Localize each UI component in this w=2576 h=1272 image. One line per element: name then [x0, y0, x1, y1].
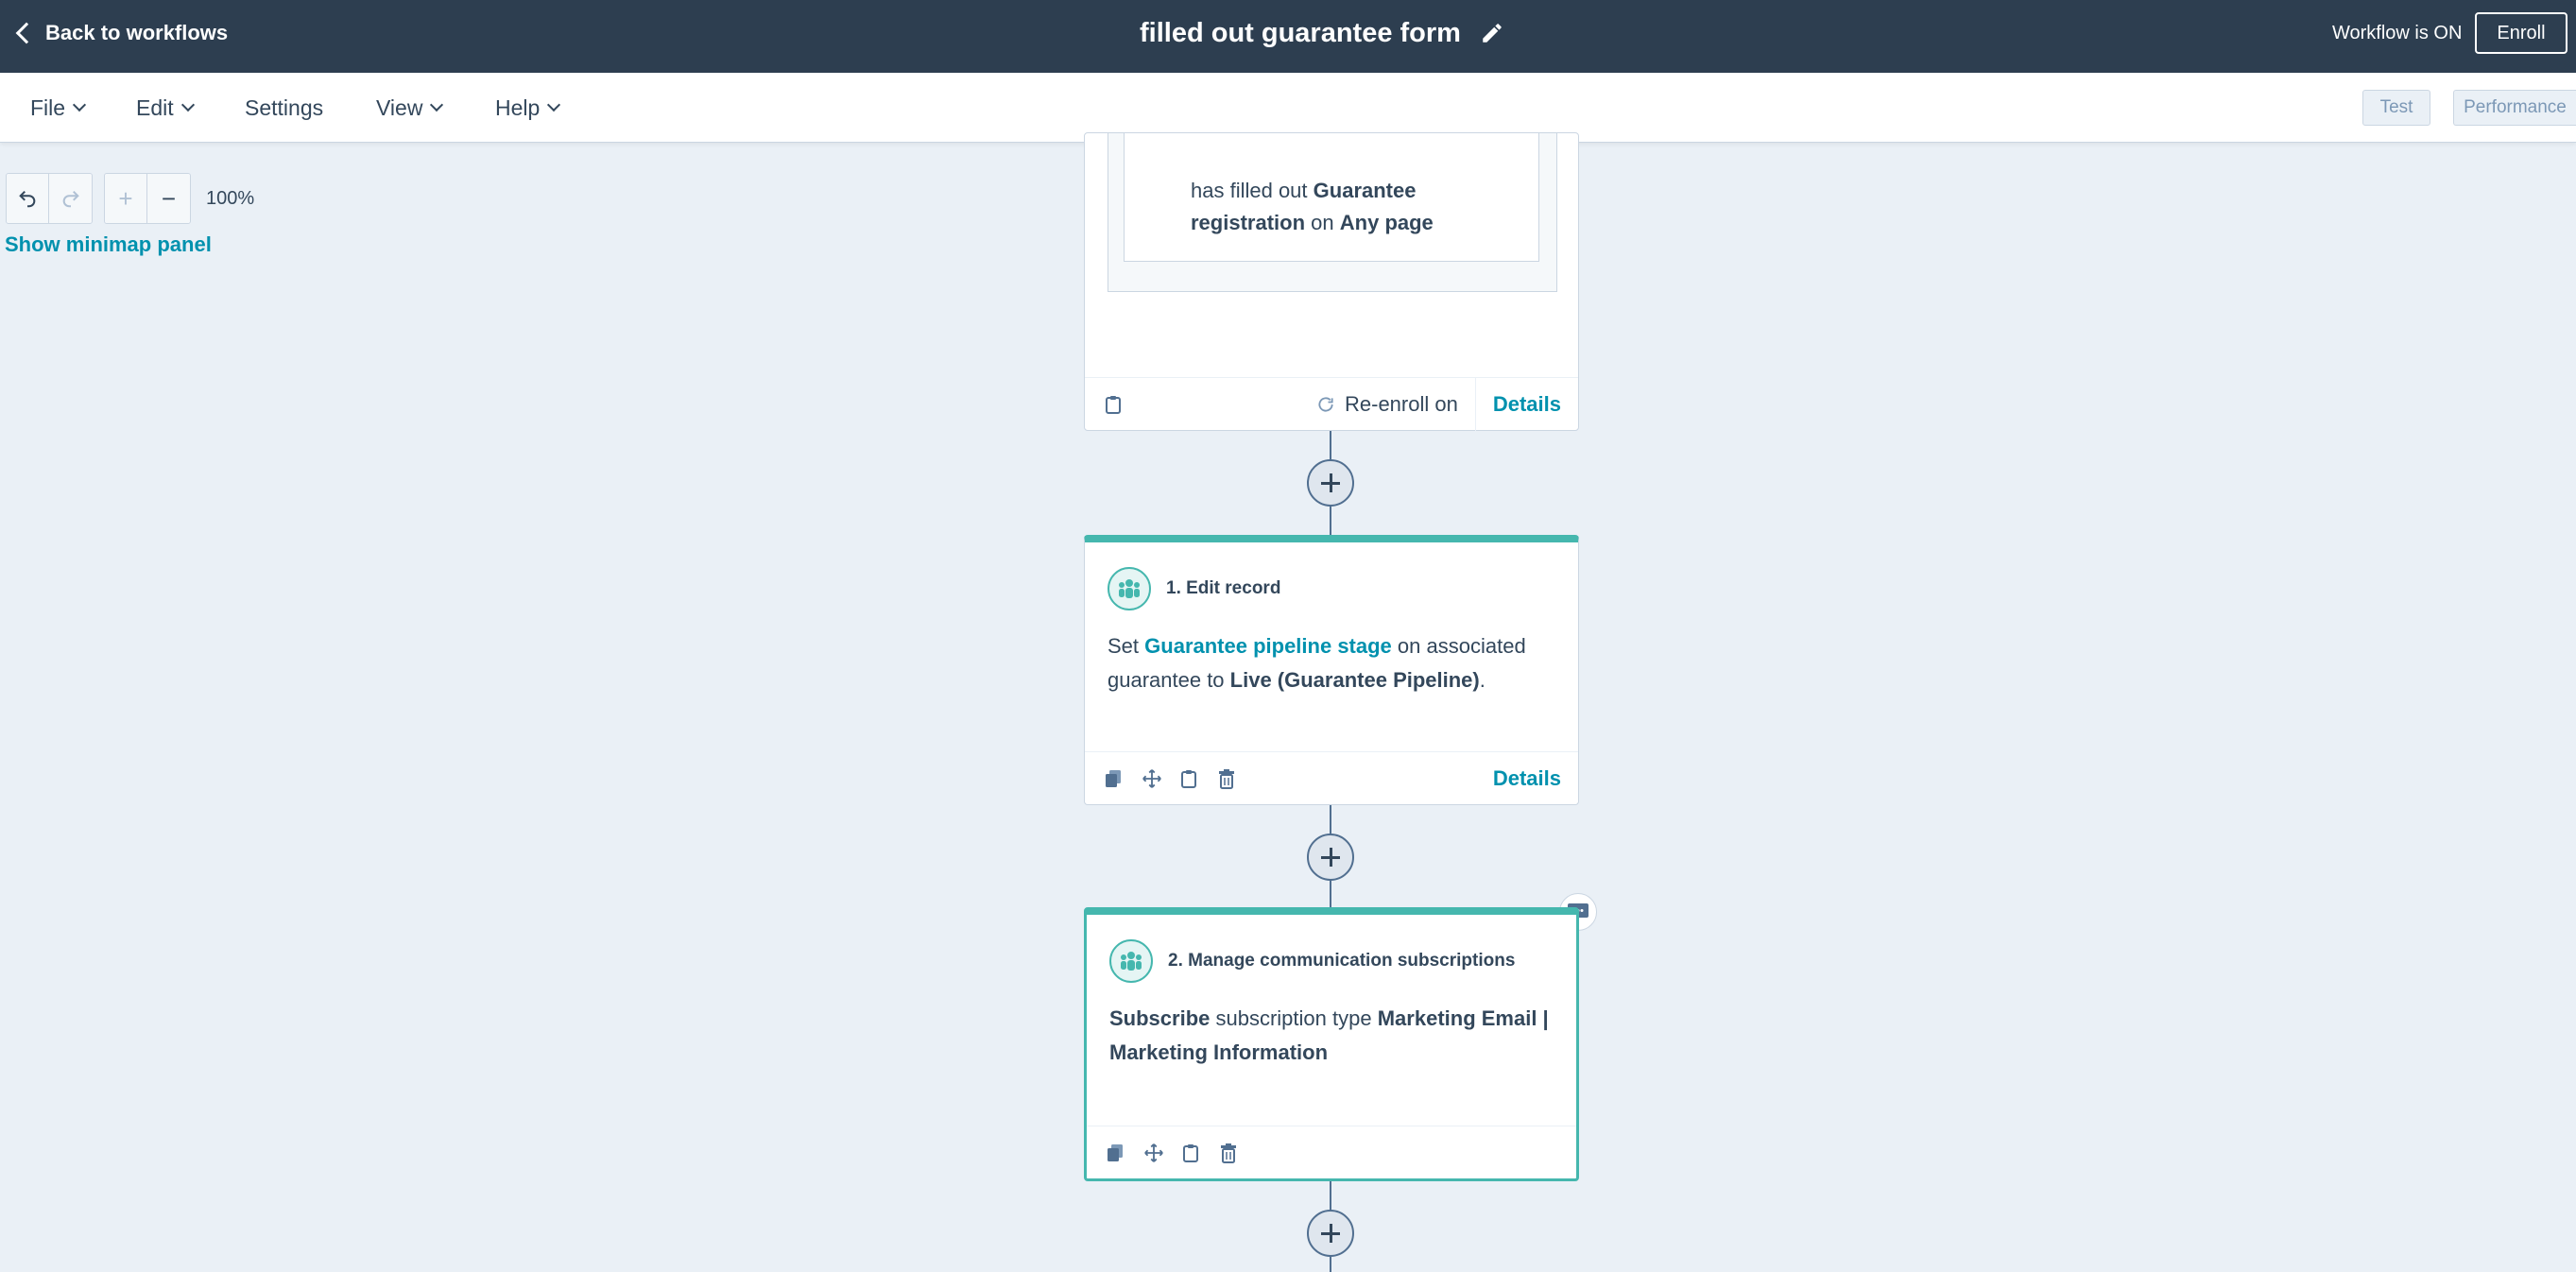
clipboard-icon[interactable] — [1104, 394, 1123, 415]
reenroll-label: Re-enroll on — [1345, 391, 1458, 416]
action-title: 2. Manage communication subscriptions — [1168, 951, 1516, 971]
menu-file-label: File — [30, 95, 66, 120]
trigger-prefix: has filled out — [1191, 179, 1308, 202]
people-icon — [1108, 567, 1151, 610]
trigger-page: Any page — [1339, 211, 1434, 234]
zoom-in-button[interactable]: + — [105, 174, 147, 223]
add-action-button[interactable] — [1307, 834, 1354, 881]
clipboard-icon[interactable] — [1181, 1143, 1200, 1163]
menu-edit-label: Edit — [136, 95, 174, 120]
reenroll-status[interactable]: Re-enroll on — [1316, 377, 1476, 431]
zoom-out-button[interactable]: − — [147, 174, 190, 223]
refresh-icon — [1318, 396, 1333, 412]
enroll-button[interactable]: Enroll — [2475, 12, 2567, 54]
move-icon[interactable] — [1142, 768, 1161, 789]
action-card-footer — [1087, 1126, 1576, 1178]
trigger-details-link[interactable]: Details — [1476, 378, 1578, 431]
action-mid-text: subscription type — [1215, 1006, 1372, 1030]
action-value: Live (Guarantee Pipeline) — [1229, 668, 1480, 692]
test-button[interactable]: Test — [2362, 90, 2430, 126]
performance-button[interactable]: Performance — [2453, 90, 2576, 126]
add-action-button[interactable] — [1307, 459, 1354, 507]
pencil-icon[interactable] — [1480, 21, 1504, 45]
action-card-manage-subscriptions[interactable]: 2. Manage communication subscriptions Su… — [1084, 907, 1579, 1181]
trigger-filter: has filled out Guarantee registration on… — [1124, 133, 1539, 262]
add-action-button[interactable] — [1307, 1210, 1354, 1257]
action-card-edit-record[interactable]: 1. Edit record Set Guarantee pipeline st… — [1084, 535, 1579, 805]
menu-file[interactable]: File — [30, 73, 87, 143]
action-end: . — [1479, 668, 1485, 692]
trigger-card-footer: Re-enroll on Details — [1085, 377, 1578, 431]
menu-settings[interactable]: Settings — [245, 73, 323, 143]
history-controls — [6, 173, 93, 224]
menu-settings-label: Settings — [245, 95, 324, 120]
menu-edit[interactable]: Edit — [136, 73, 195, 143]
action-set-word: Set — [1108, 634, 1140, 658]
action-description: Set Guarantee pipeline stage on associat… — [1108, 629, 1561, 697]
top-bar: Back to workflows filled out guarantee f… — [0, 0, 2576, 73]
back-label: Back to workflows — [45, 21, 229, 44]
zoom-controls: + − — [104, 173, 191, 224]
show-minimap-link[interactable]: Show minimap panel — [5, 232, 212, 257]
trash-icon[interactable] — [1219, 1143, 1238, 1163]
move-icon[interactable] — [1143, 1143, 1163, 1163]
trigger-filter-group: has filled out Guarantee registration on… — [1108, 133, 1557, 292]
chevron-down-icon — [180, 97, 195, 112]
workflow-title-text: filled out guarantee form — [1140, 17, 1461, 48]
clipboard-icon[interactable] — [1179, 768, 1198, 789]
menu-help-label: Help — [495, 95, 541, 120]
copy-icon[interactable] — [1106, 1143, 1125, 1163]
menu-help[interactable]: Help — [495, 73, 561, 143]
workflow-title: filled out guarantee form — [1140, 0, 1504, 66]
action-verb: Subscribe — [1109, 1006, 1211, 1030]
action-details-link[interactable]: Details — [1476, 752, 1578, 805]
redo-icon — [62, 190, 79, 208]
menu-view[interactable]: View — [376, 73, 444, 143]
chevron-down-icon — [72, 97, 87, 112]
back-to-workflows-link[interactable]: Back to workflows — [13, 0, 228, 66]
action-card-footer: Details — [1085, 751, 1578, 804]
canvas-controls: + − 100% — [6, 173, 254, 224]
action-description: Subscribe subscription type Marketing Em… — [1109, 1002, 1563, 1070]
redo-button[interactable] — [49, 174, 92, 223]
workflow-status: Workflow is ON — [2332, 22, 2463, 43]
menu-view-label: View — [376, 95, 423, 120]
chevron-down-icon — [547, 97, 561, 112]
undo-icon — [19, 190, 36, 208]
enrollment-trigger-card[interactable]: has filled out Guarantee registration on… — [1084, 132, 1579, 431]
undo-button[interactable] — [7, 174, 49, 223]
people-icon — [1109, 939, 1153, 983]
action-title: 1. Edit record — [1166, 578, 1281, 598]
trigger-on-word: on — [1311, 211, 1334, 234]
trash-icon[interactable] — [1217, 768, 1236, 789]
property-link[interactable]: Guarantee pipeline stage — [1144, 634, 1392, 658]
copy-icon[interactable] — [1104, 768, 1123, 789]
chevron-left-icon — [15, 22, 38, 44]
chevron-down-icon — [430, 97, 444, 112]
zoom-level: 100% — [206, 187, 255, 209]
